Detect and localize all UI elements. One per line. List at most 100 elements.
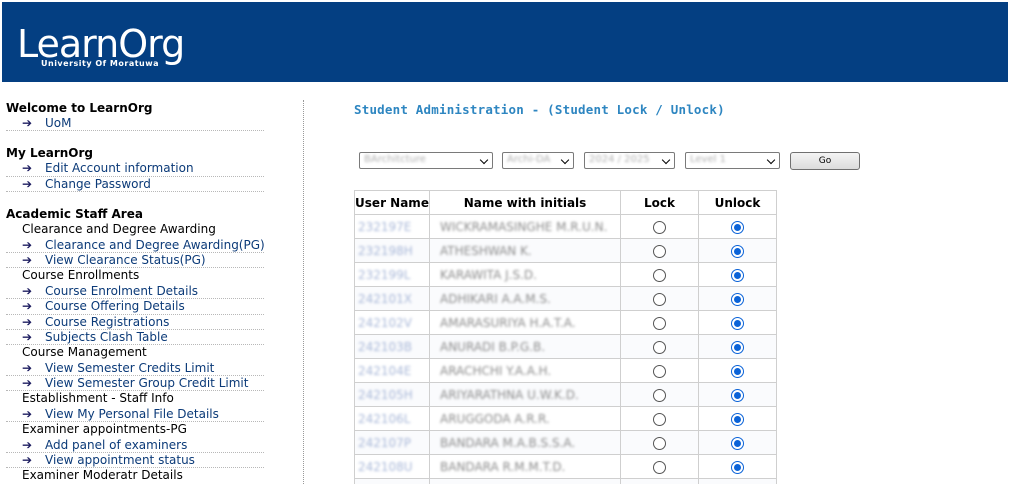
- sidebar-link-clearance-and-degree-awarding-pg[interactable]: ➔ Clearance and Degree Awarding(PG): [6, 237, 265, 253]
- col-header-name: Name with initials: [429, 190, 621, 215]
- go-button[interactable]: Go: [790, 152, 860, 170]
- sidebar-group-examiner-appointments-pg: Examiner appointments-PG: [22, 422, 187, 437]
- sidebar-link-label: Course Enrolment Details: [45, 283, 199, 298]
- cell-username: 242102V: [354, 310, 430, 335]
- header-banner: LearnOrg University Of Moratuwa: [2, 2, 1008, 82]
- cell-name: ARIYARATHNA U.W.K.D.: [429, 382, 621, 407]
- cell-lock: [620, 358, 699, 383]
- unlock-radio[interactable]: [731, 460, 744, 474]
- sidebar-link-edit-account-information[interactable]: ➔ Edit Account information: [6, 161, 264, 177]
- page-title: Student Administration - (Student Lock /…: [354, 102, 725, 117]
- cell-unlock: [698, 430, 777, 455]
- cell-unlock: [698, 214, 777, 239]
- arrow-right-icon: ➔: [22, 161, 33, 176]
- lock-radio[interactable]: [653, 316, 666, 330]
- unlock-radio[interactable]: [731, 412, 744, 426]
- unlock-radio[interactable]: [731, 244, 744, 258]
- cell-lock: [620, 262, 699, 287]
- section-my-learnorg-title: My LearnOrg: [6, 146, 93, 161]
- username-text: 242106L: [358, 411, 411, 426]
- sidebar-link-course-offering-details[interactable]: ➔ Course Offering Details: [6, 299, 264, 315]
- sidebar-link-label: View Semester Credits Limit: [45, 360, 215, 375]
- cell-username: 242101X: [354, 286, 430, 311]
- unlock-radio[interactable]: [731, 316, 744, 330]
- unlock-radio[interactable]: [731, 292, 744, 306]
- lock-radio[interactable]: [653, 460, 666, 474]
- lock-radio[interactable]: [653, 244, 666, 258]
- lock-radio[interactable]: [653, 412, 666, 426]
- username-text: 232197E: [358, 219, 412, 234]
- cell-name: KARAWITA J.S.D.: [429, 262, 621, 287]
- sidebar-group-establishment-staff-info: Establishment - Staff Info: [22, 391, 174, 406]
- cell-lock: [620, 286, 699, 311]
- unlock-radio[interactable]: [731, 268, 744, 282]
- sidebar-link-view-semester-group-credit-limit[interactable]: ➔ View Semester Group Credit Limit: [6, 376, 264, 392]
- program-select[interactable]: BArchitcture: [359, 152, 493, 169]
- arrow-right-icon: ➔: [22, 237, 33, 252]
- username-text: 242104E: [358, 363, 412, 378]
- col-header-username: User Name: [354, 190, 430, 215]
- cell-name: ARACHCHI Y.A.A.H.: [429, 358, 621, 383]
- sidebar-link-change-password[interactable]: ➔ Change Password: [6, 177, 264, 193]
- sidebar-group-course-management: Course Management: [22, 345, 147, 360]
- sidebar-link-view-my-personal-file-details[interactable]: ➔ View My Personal File Details: [6, 407, 264, 423]
- cell-username: 242103B: [354, 334, 430, 359]
- sidebar-group-examiner-moderatr-details: Examiner Moderatr Details: [22, 468, 183, 483]
- cell-lock: [620, 454, 699, 479]
- arrow-right-icon: ➔: [22, 314, 33, 329]
- sidebar-link-course-registrations[interactable]: ➔ Course Registrations: [6, 315, 264, 330]
- unlock-radio[interactable]: [731, 364, 744, 378]
- username-text: 242108U: [358, 459, 413, 474]
- sidebar-link-view-appointment-status[interactable]: ➔ View appointment status: [6, 453, 264, 469]
- level-select[interactable]: Level 1: [685, 152, 780, 169]
- logo-title[interactable]: LearnOrg: [17, 24, 185, 64]
- department-select[interactable]: Archi-DA: [502, 152, 574, 169]
- unlock-radio[interactable]: [731, 220, 744, 234]
- unlock-radio[interactable]: [731, 436, 744, 450]
- cell-unlock: [698, 310, 777, 335]
- table-row: 232198H ATHESHWAN K.: [354, 238, 777, 263]
- sidebar-link-label: View Clearance Status(PG): [45, 252, 206, 267]
- sidebar-link-uom[interactable]: ➔ UoM: [6, 116, 264, 132]
- cell-lock: [620, 430, 699, 455]
- cell-lock: [620, 238, 699, 263]
- sidebar-link-view-clearance-status-pg[interactable]: ➔ View Clearance Status(PG): [6, 252, 264, 269]
- year-select-value: 2024 / 2025: [589, 154, 650, 165]
- logo-subtitle: University Of Moratuwa: [41, 59, 160, 68]
- table-row: [354, 478, 777, 484]
- cell-username: [354, 478, 430, 484]
- lock-radio[interactable]: [653, 364, 666, 378]
- name-text: AMARASURIYA H.A.T.A.: [440, 315, 576, 330]
- sidebar-link-label: UoM: [45, 116, 72, 130]
- cell-unlock: [698, 478, 777, 484]
- cell-username: 232199L: [354, 262, 430, 287]
- lock-radio[interactable]: [653, 268, 666, 282]
- table-row: 242105H ARIYARATHNA U.W.K.D.: [354, 382, 777, 407]
- table-header-row: User Name Name with initials Lock Unlock: [354, 190, 777, 215]
- lock-radio[interactable]: [653, 340, 666, 354]
- cell-lock: [620, 310, 699, 335]
- lock-radio[interactable]: [653, 220, 666, 234]
- sidebar-group-course-enrollments: Course Enrollments: [22, 268, 140, 283]
- sidebar-link-view-semester-credits-limit[interactable]: ➔ View Semester Credits Limit: [6, 360, 264, 377]
- name-text: ARACHCHI Y.A.A.H.: [440, 363, 552, 378]
- unlock-radio[interactable]: [731, 340, 744, 354]
- sidebar-link-subjects-clash-table[interactable]: ➔ Subjects Clash Table: [6, 330, 264, 346]
- year-select[interactable]: 2024 / 2025: [584, 152, 675, 169]
- cell-lock: [620, 382, 699, 407]
- name-text: ANURADI B.P.G.B.: [440, 339, 546, 354]
- sidebar-link-course-enrolment-details[interactable]: ➔ Course Enrolment Details: [6, 283, 264, 300]
- arrow-right-icon: ➔: [22, 299, 33, 314]
- lock-radio[interactable]: [653, 436, 666, 450]
- lock-radio[interactable]: [653, 292, 666, 306]
- arrow-right-icon: ➔: [22, 376, 33, 391]
- lock-radio[interactable]: [653, 388, 666, 402]
- cell-name: ANURADI B.P.G.B.: [429, 334, 621, 359]
- table-row: 232197E WICKRAMASINGHE M.R.U.N.: [354, 214, 777, 239]
- name-text: ADHIKARI A.A.M.S.: [440, 291, 551, 306]
- username-text: 242103B: [358, 339, 413, 354]
- cell-unlock: [698, 286, 777, 311]
- sidebar-link-label: Clearance and Degree Awarding(PG): [45, 237, 265, 252]
- sidebar-link-add-panel-of-examiners[interactable]: ➔ Add panel of examiners: [6, 438, 264, 454]
- unlock-radio[interactable]: [731, 388, 744, 402]
